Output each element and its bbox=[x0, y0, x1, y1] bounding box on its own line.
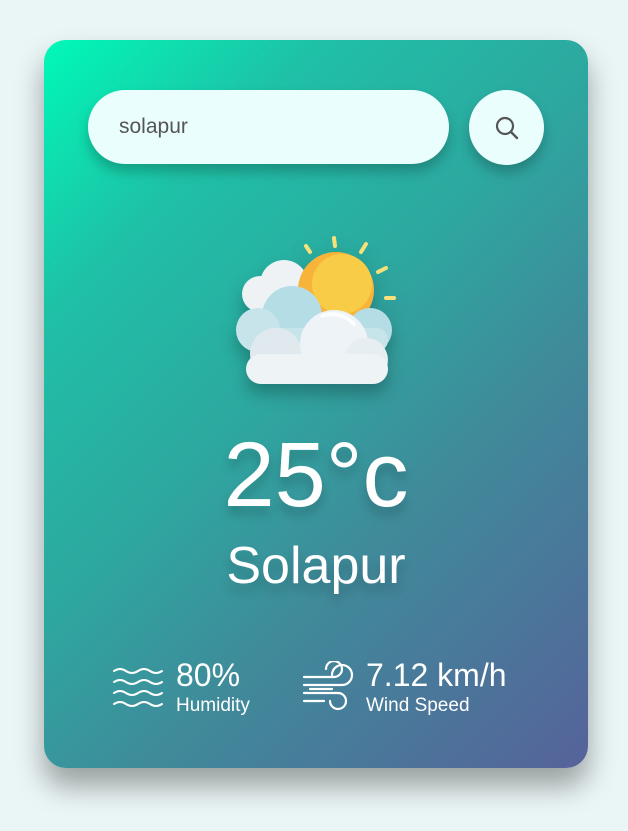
humidity-waves-icon bbox=[113, 668, 163, 707]
search-button[interactable] bbox=[469, 90, 544, 165]
weather-card: 25°c Solapur 80% Humidity 7.12 km/h Wind… bbox=[44, 40, 588, 768]
humidity-value: 80% bbox=[176, 657, 241, 693]
wind-label: Wind Speed bbox=[366, 695, 470, 716]
humidity-label: Humidity bbox=[176, 695, 250, 716]
wind-value: 7.12 km/h bbox=[366, 657, 507, 693]
wind-icon bbox=[302, 661, 354, 711]
temperature: 25°c bbox=[223, 424, 409, 526]
search-icon bbox=[495, 116, 518, 139]
search-input[interactable] bbox=[88, 90, 449, 164]
city-name: Solapur bbox=[226, 537, 406, 595]
partly-cloudy-sun-icon bbox=[236, 236, 396, 384]
